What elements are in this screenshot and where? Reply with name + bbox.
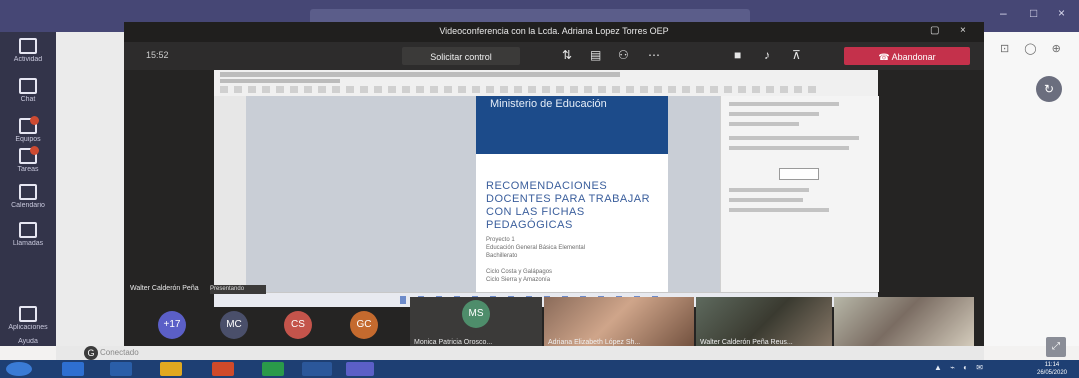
clock-time: 11:14: [1044, 362, 1060, 368]
panel-line: [729, 198, 803, 202]
avatar: MS: [462, 300, 490, 328]
teams-icon[interactable]: [346, 362, 374, 376]
participant-name: Walter Calderón Peña Reus...: [700, 339, 793, 346]
rail-item-calendar[interactable]: Calendario: [0, 180, 56, 218]
shared-screen: Ministerio de Educación RECOMENDACIONES …: [214, 70, 879, 307]
avatar[interactable]: GC: [350, 311, 378, 339]
notification-badge: [30, 146, 39, 155]
user-status: Conectado: [100, 348, 139, 357]
calendar-icon: [19, 184, 37, 200]
meeting-window: Videoconferencia con la Lcda. Adriana Lo…: [124, 22, 984, 352]
participant-name: Monica Patricia Orosco...: [414, 339, 493, 346]
panel-line: [729, 146, 849, 150]
system-tray-icon[interactable]: ▲ ⌁ ◐ ✉: [934, 363, 986, 372]
video-tile[interactable]: Walter Calderón Peña Reus...: [696, 297, 832, 351]
chat-icon: [19, 78, 37, 94]
panel-line: [729, 136, 859, 140]
pdf-viewer-toolbar: [214, 70, 878, 97]
notification-badge: [30, 116, 39, 125]
microphone-icon[interactable]: ♪: [764, 48, 770, 62]
maximize-icon[interactable]: ▢: [930, 25, 939, 36]
rail-item-calls[interactable]: Llamadas: [0, 218, 56, 256]
teams-status-strip: [56, 346, 984, 360]
panel-button: [779, 168, 819, 180]
rail-item-activity[interactable]: Actividad: [0, 34, 56, 72]
right-pane: ⊡ ◯ ⊕ ↻ ⤢: [984, 32, 1079, 357]
rail-item-assignments[interactable]: Tareas: [0, 144, 56, 182]
panel-line: [729, 102, 839, 106]
pdf-page: Ministerio de Educación RECOMENDACIONES …: [476, 96, 668, 292]
expand-icon[interactable]: ⤢: [1046, 337, 1066, 357]
rail-item-chat[interactable]: Chat: [0, 74, 56, 112]
meeting-toolbar: 15:52 Solicitar control ⇅ ▤ ⚇ ⋯ ■ ♪ ⊼ ☎ …: [124, 42, 984, 70]
close-icon[interactable]: ×: [1058, 6, 1065, 20]
maximize-icon[interactable]: □: [1030, 6, 1037, 20]
body-line: Ciclo Sierra y Amazonía: [486, 277, 551, 283]
hang-up-button[interactable]: ☎ Abandonar: [844, 47, 970, 65]
minimize-icon[interactable]: –: [1000, 6, 1007, 20]
media-icon[interactable]: [110, 362, 132, 376]
participant-name: Adriana Elizabeth López Sh...: [548, 339, 641, 346]
camera-icon[interactable]: ■: [734, 48, 741, 62]
participants-icon[interactable]: ⚇: [618, 48, 629, 62]
clock-date: 26/05/2020: [1036, 370, 1068, 376]
refresh-icon[interactable]: ↻: [1036, 76, 1062, 102]
body-line: Bachillerato: [486, 253, 518, 259]
pdf-thumbnail-strip: [214, 96, 246, 292]
rail-item-help[interactable]: Ayuda: [0, 338, 56, 346]
presenter-name: Walter Calderón Peña: [130, 285, 199, 292]
call-timer: 15:52: [146, 50, 169, 60]
request-control-button[interactable]: Solicitar control: [402, 47, 520, 65]
hang-up-label: Abandonar: [891, 52, 936, 62]
pdf-background: [668, 96, 720, 292]
panel-line: [729, 112, 819, 116]
avatar[interactable]: CS: [284, 311, 312, 339]
pdf-background: [246, 96, 476, 292]
avatar[interactable]: MC: [220, 311, 248, 339]
app-icon[interactable]: [212, 362, 234, 376]
pdf-title-bar: [220, 72, 620, 77]
video-tile[interactable]: Adriana Elizabeth López Sh...: [544, 297, 694, 351]
meeting-title-bar: Videoconferencia con la Lcda. Adriana Lo…: [124, 22, 984, 42]
chrome-icon[interactable]: [262, 362, 284, 376]
start-icon[interactable]: [6, 362, 32, 376]
browser-icon[interactable]: [62, 362, 84, 376]
ministry-title: Ministerio de Educación: [490, 98, 607, 110]
more-participants-badge[interactable]: +17: [158, 311, 186, 339]
phone-icon: ☎: [878, 52, 892, 62]
panel-line: [729, 122, 799, 126]
phone-icon: [19, 222, 37, 238]
panel-line: [729, 188, 809, 192]
pdf-tools: [220, 86, 820, 93]
channel-list: [56, 32, 126, 346]
folder-icon[interactable]: [160, 362, 182, 376]
close-icon[interactable]: ×: [960, 25, 966, 36]
app-rail: Actividad Chat Equipos Tareas Calendario…: [0, 32, 56, 346]
chat-icon[interactable]: ▤: [590, 48, 601, 62]
share-icon[interactable]: ⇅: [562, 48, 572, 62]
bell-icon: [19, 38, 37, 54]
pane-actions-icon[interactable]: ⊡ ◯ ⊕: [1000, 42, 1067, 55]
page-banner: Ministerio de Educación: [476, 96, 668, 154]
body-line: Educación General Básica Elemental: [486, 245, 586, 251]
apps-icon: [19, 306, 37, 322]
body-line: [486, 260, 656, 268]
user-avatar[interactable]: G: [84, 346, 98, 360]
body-line: Proyecto 1: [486, 237, 515, 243]
document-heading: RECOMENDACIONES DOCENTES PARA TRABAJAR C…: [486, 180, 651, 231]
video-tile[interactable]: [834, 297, 974, 351]
more-options-icon[interactable]: ⋯: [648, 48, 660, 62]
meeting-title: Videoconferencia con la Lcda. Adriana Lo…: [439, 26, 669, 36]
word-icon[interactable]: [302, 362, 332, 376]
presenting-tag: Presentando: [210, 285, 266, 294]
body-line: Ciclo Costa y Galápagos: [486, 269, 553, 275]
pdf-tools-panel: [720, 96, 879, 292]
document-body: Proyecto 1 Educación General Básica Elem…: [486, 236, 656, 284]
participant-tile[interactable]: MS Monica Patricia Orosco...: [410, 297, 542, 351]
pdf-menu-row: [220, 79, 340, 83]
screen-share-icon[interactable]: ⊼: [792, 48, 801, 62]
taskbar-clock[interactable]: 11:14 26/05/2020: [1030, 361, 1074, 377]
panel-line: [729, 208, 829, 212]
rail-item-apps[interactable]: Aplicaciones: [0, 302, 56, 340]
